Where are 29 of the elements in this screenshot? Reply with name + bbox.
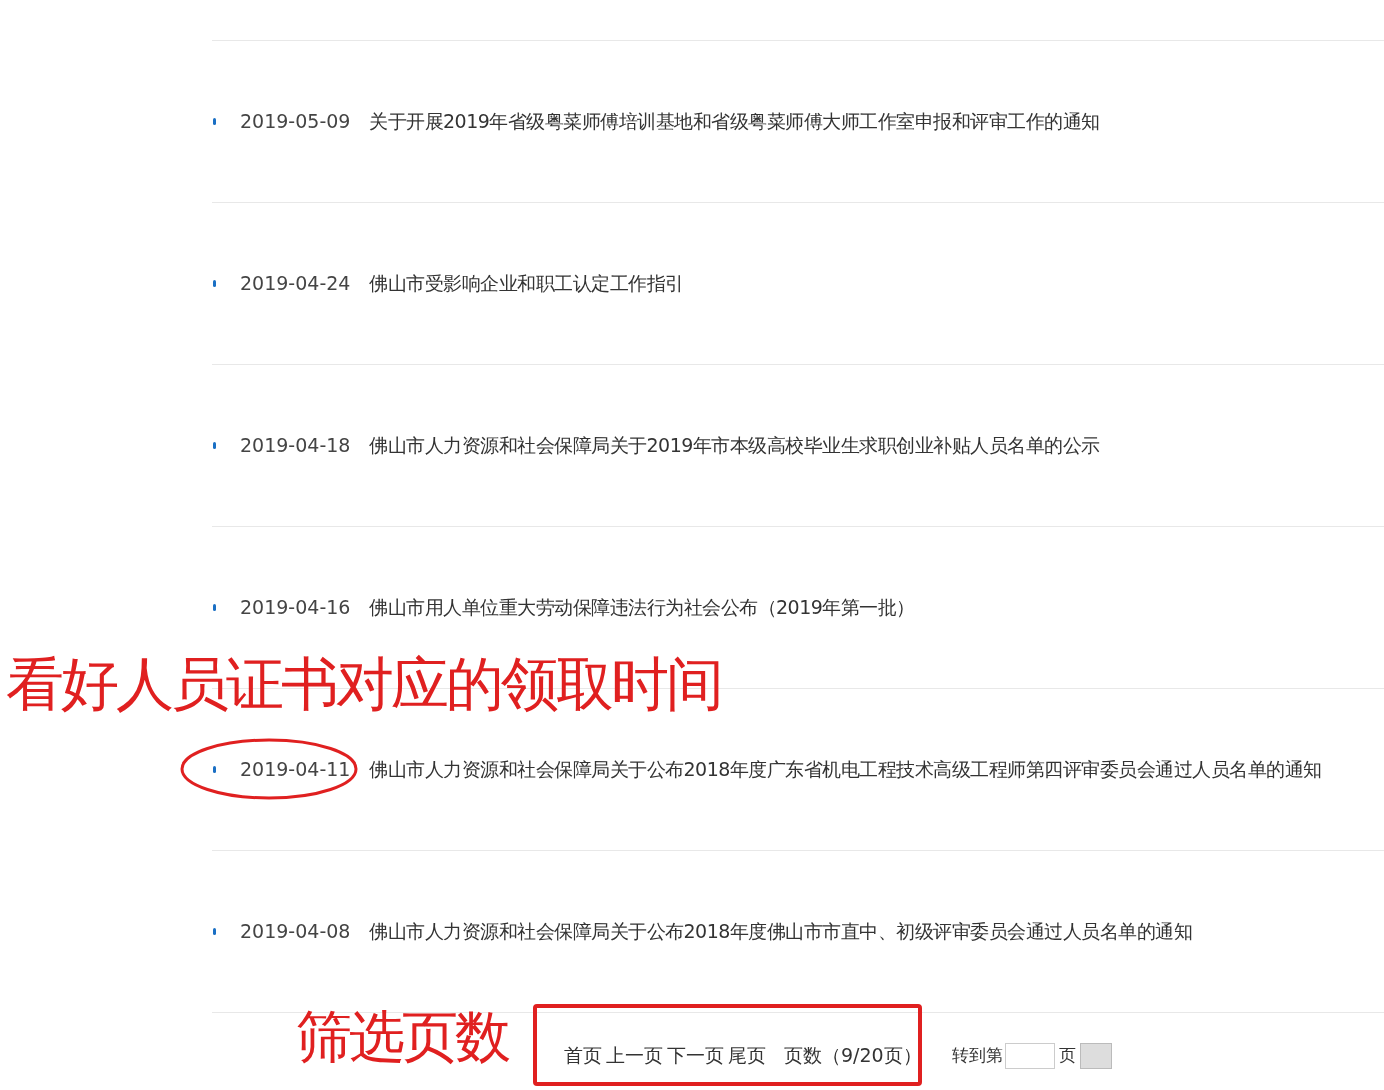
- news-date: 2019-04-08: [240, 919, 352, 945]
- bullet-icon: [213, 118, 216, 125]
- bullet-icon: [213, 604, 216, 611]
- news-date: 2019-04-18: [240, 433, 352, 459]
- news-date: 2019-05-09: [240, 109, 352, 135]
- news-date: 2019-04-16: [240, 595, 352, 621]
- annotation-text: 看好人员证书对应的领取时间: [6, 649, 721, 720]
- page-link[interactable]: 尾页: [728, 1041, 766, 1070]
- news-title[interactable]: 佛山市受影响企业和职工认定工作指引: [369, 269, 684, 298]
- page-count: 页数（9/20页）: [784, 1043, 922, 1069]
- page-link[interactable]: 首页: [564, 1041, 602, 1070]
- page-link[interactable]: 上一页: [606, 1041, 663, 1070]
- annotation-text: 筛选页数: [296, 1003, 508, 1071]
- bullet-icon: [213, 766, 216, 773]
- news-title[interactable]: 佛山市人力资源和社会保障局关于公布2018年度广东省机电工程技术高级工程师第四评审委员会通过人员名单的通知: [369, 755, 1322, 784]
- page-input[interactable]: [1004, 1042, 1055, 1069]
- goto-suffix: 页: [1058, 1043, 1076, 1067]
- goto-label: 转到第: [951, 1043, 1003, 1067]
- news-title[interactable]: 佛山市人力资源和社会保障局关于公布2018年度佛山市市直中、初级评审委员会通过人员名单的通知: [369, 917, 1193, 946]
- go-button[interactable]: [1079, 1042, 1112, 1069]
- bullet-icon: [213, 928, 216, 935]
- bullet-icon: [213, 280, 216, 287]
- bullet-icon: [213, 442, 216, 449]
- news-date: 2019-04-11: [240, 757, 352, 783]
- news-title[interactable]: 关于开展2019年省级粤菜师傅培训基地和省级粤菜师傅大师工作室申报和评审工作的通知: [369, 107, 1100, 136]
- news-title[interactable]: 佛山市人力资源和社会保障局关于2019年市本级高校毕业生求职创业补贴人员名单的公示: [369, 431, 1100, 460]
- page-link[interactable]: 下一页: [667, 1041, 724, 1070]
- news-title[interactable]: 佛山市用人单位重大劳动保障违法行为社会公布（2019年第一批）: [369, 593, 915, 622]
- news-date: 2019-04-24: [240, 271, 352, 297]
